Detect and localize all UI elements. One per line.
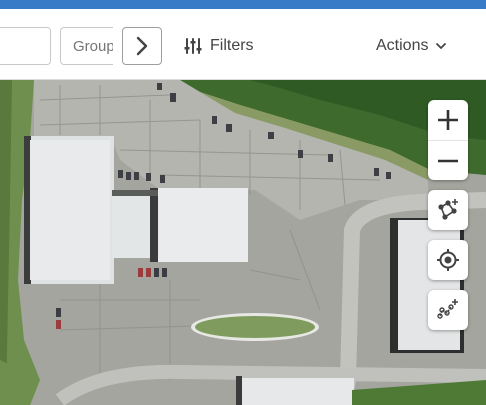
zoom-out-button[interactable] [428, 140, 468, 181]
draw-polygon-button[interactable] [428, 190, 468, 230]
group-input[interactable]: Group [60, 27, 113, 65]
search-input[interactable] [0, 27, 51, 65]
route-add-icon [437, 299, 458, 319]
my-location-button[interactable] [428, 240, 468, 280]
filters-label: Filters [210, 37, 254, 54]
chevron-down-icon [436, 43, 447, 49]
toolbar: Group Filters Actions [0, 9, 486, 80]
filters-button[interactable]: Filters [184, 35, 254, 57]
actions-label: Actions [376, 37, 429, 54]
crosshair-icon [437, 249, 459, 271]
polygon-add-icon [438, 199, 458, 220]
plus-icon [438, 110, 458, 130]
minus-icon [438, 159, 458, 163]
chevron-right-icon [136, 36, 148, 56]
map-imagery [0, 80, 486, 405]
zoom-in-button[interactable] [428, 100, 468, 140]
next-button[interactable] [122, 27, 162, 65]
zoom-controls [428, 100, 468, 180]
actions-button[interactable]: Actions [376, 35, 447, 57]
draw-route-button[interactable] [428, 290, 468, 330]
group-placeholder: Group [73, 38, 113, 55]
app-frame: Group Filters Actions [0, 0, 486, 405]
sliders-icon [184, 38, 202, 54]
top-accent-bar [0, 0, 486, 9]
satellite-map[interactable] [0, 80, 486, 405]
